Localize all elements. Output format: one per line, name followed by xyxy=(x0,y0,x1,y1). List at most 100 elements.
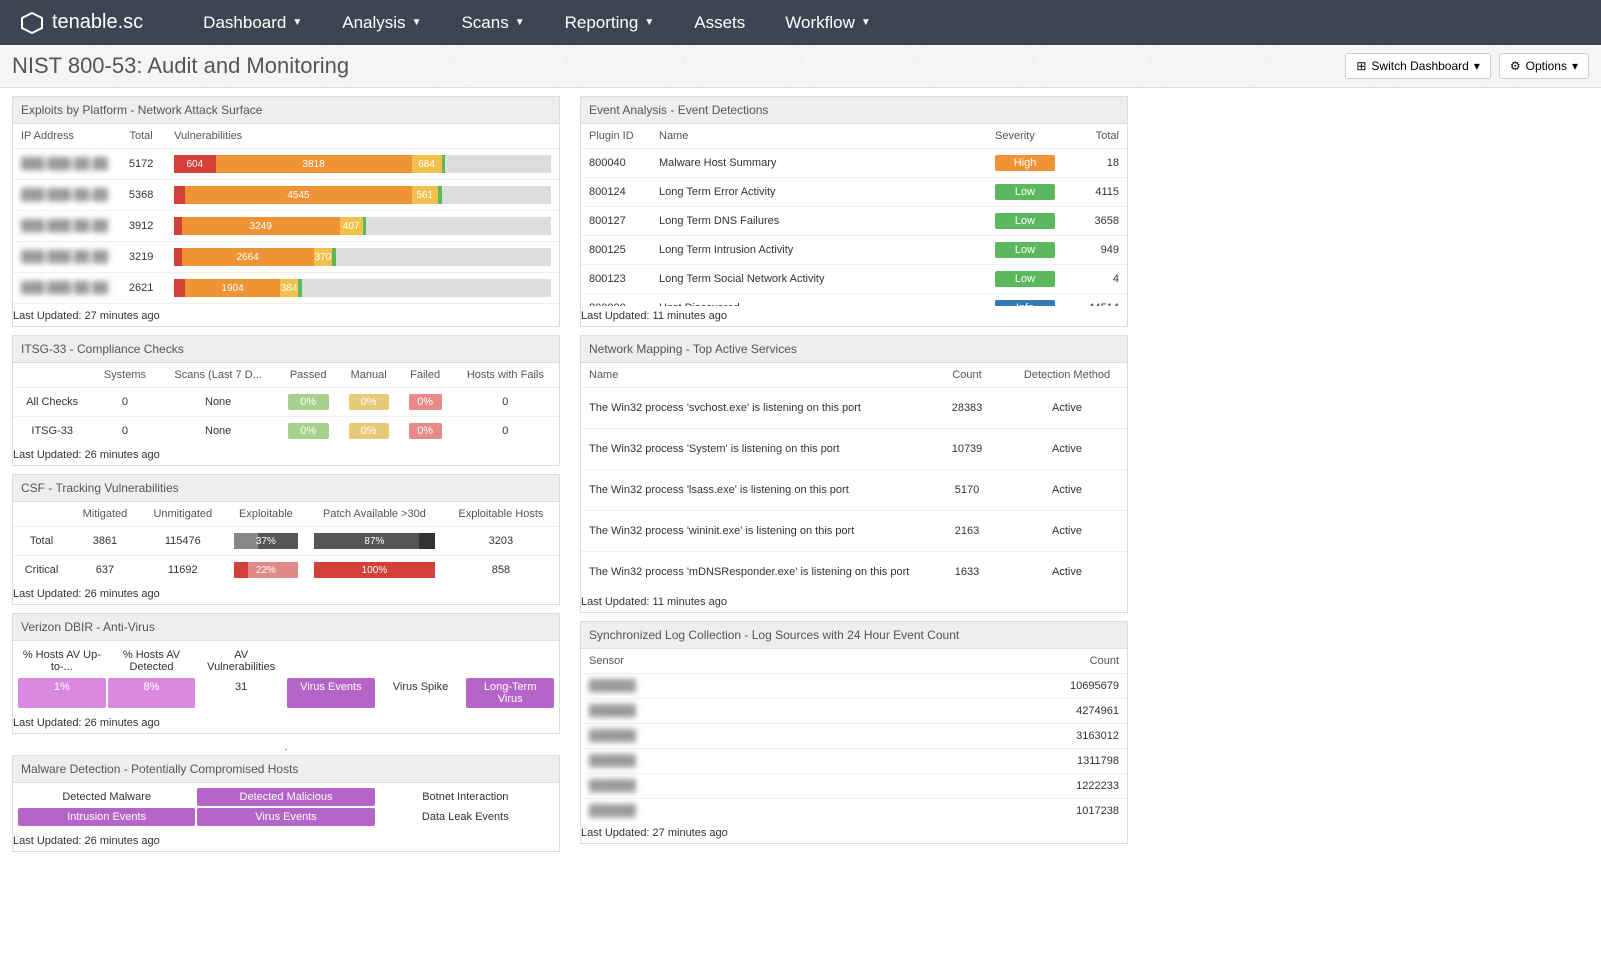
table-row[interactable]: ██████4274961 xyxy=(581,699,1127,724)
malware-pill[interactable]: Virus Events xyxy=(197,808,374,826)
table-row[interactable]: 800000Host Discovered Info 44514 xyxy=(581,294,1127,307)
table-row[interactable]: ██████1222233 xyxy=(581,774,1127,799)
nav-assets[interactable]: Assets xyxy=(674,13,765,33)
col-sev: Severity xyxy=(987,124,1067,149)
col-count: Count xyxy=(927,363,1007,388)
ip-cell: ███.███.██.██ xyxy=(21,158,108,170)
table-row[interactable]: 800125Long Term Intrusion Activity Low 9… xyxy=(581,236,1127,265)
av-header xyxy=(377,646,465,676)
table-row[interactable]: Total3861115476 37% 87% 3203 xyxy=(13,527,559,556)
updated-text: Last Updated: 27 minutes ago xyxy=(13,306,559,326)
table-row[interactable]: ITSG-330None 0% 0% 0% 0 xyxy=(13,417,559,446)
vuln-cell: 2664 370 xyxy=(166,242,559,273)
table-row[interactable]: The Win32 process 'mDNSResponder.exe' is… xyxy=(581,552,1127,593)
malware-pill[interactable]: Botnet Interaction xyxy=(377,788,554,806)
csf-panel: CSF - Tracking Vulnerabilities Mitigated… xyxy=(12,474,560,605)
table-row[interactable]: ███.███.██.██ 3912 3249 407 xyxy=(13,211,559,242)
av-pill[interactable]: Virus Events xyxy=(287,678,375,708)
table-row[interactable]: ███.███.██.██ 5172 604 3818 684 xyxy=(13,149,559,180)
table-row[interactable]: ███.███.██.██ 3219 2664 370 xyxy=(13,242,559,273)
col-header: Passed xyxy=(278,363,339,388)
table-row[interactable]: 800124Long Term Error Activity Low 4115 xyxy=(581,178,1127,207)
malware-pill[interactable]: Detected Malware xyxy=(18,788,195,806)
malware-row: Intrusion EventsVirus EventsData Leak Ev… xyxy=(17,807,555,827)
nav-items: Dashboard▼Analysis▼Scans▼Reporting▼Asset… xyxy=(183,13,891,33)
updated-text: Last Updated: 27 minutes ago xyxy=(581,823,1127,843)
table-row[interactable]: ███.███.██.██ 2621 1904 384 xyxy=(13,273,559,304)
updated-text: Last Updated: 11 minutes ago xyxy=(581,592,1127,612)
switch-dashboard-button[interactable]: Switch Dashboard ▾ xyxy=(1345,53,1490,79)
itsg-panel: ITSG-33 - Compliance Checks SystemsScans… xyxy=(12,335,560,466)
table-row[interactable]: Critical63711692 22% 100% 858 xyxy=(13,556,559,585)
nav-scans[interactable]: Scans▼ xyxy=(441,13,544,33)
exploits-panel: Exploits by Platform - Network Attack Su… xyxy=(12,96,560,327)
table-row[interactable]: ███.███.██.██ 5368 4545 561 xyxy=(13,180,559,211)
brand-logo[interactable]: tenable.sc xyxy=(20,11,143,35)
left-column: Exploits by Platform - Network Attack Su… xyxy=(12,96,560,860)
table-row[interactable]: The Win32 process 'System' is listening … xyxy=(581,429,1127,470)
switch-dashboard-label: Switch Dashboard xyxy=(1371,59,1468,73)
options-button[interactable]: Options ▾ xyxy=(1499,53,1589,79)
malware-pill[interactable]: Intrusion Events xyxy=(18,808,195,826)
total-cell: 5172 xyxy=(116,149,166,180)
malware-pill[interactable]: Detected Malicious xyxy=(197,788,374,806)
page-header: NIST 800-53: Audit and Monitoring Switch… xyxy=(0,45,1601,88)
severity-badge: High xyxy=(995,155,1055,171)
col-header xyxy=(13,502,70,527)
table-row[interactable]: The Win32 process 'svchost.exe' is liste… xyxy=(581,388,1127,429)
table-row[interactable]: 800040Malware Host Summary High 18 xyxy=(581,149,1127,178)
severity-badge: Low xyxy=(995,184,1055,200)
sensor-cell: ██████ xyxy=(589,755,636,767)
panel-title: CSF - Tracking Vulnerabilities xyxy=(13,475,559,502)
nav-dashboard[interactable]: Dashboard▼ xyxy=(183,13,322,33)
col-ip: IP Address xyxy=(13,124,116,149)
itsg-table: SystemsScans (Last 7 D...PassedManualFai… xyxy=(13,363,559,445)
ip-cell: ███.███.██.██ xyxy=(21,220,108,232)
sensor-cell: ██████ xyxy=(589,780,636,792)
av-header xyxy=(466,646,554,676)
av-value[interactable]: 31 xyxy=(197,678,285,708)
panel-title: Malware Detection - Potentially Compromi… xyxy=(13,756,559,783)
panel-title: Verizon DBIR - Anti-Virus xyxy=(13,614,559,641)
table-row[interactable]: ██████10695679 xyxy=(581,674,1127,699)
sensor-cell: ██████ xyxy=(589,680,636,692)
malware-panel: Malware Detection - Potentially Compromi… xyxy=(12,755,560,852)
table-row[interactable]: ██████3163012 xyxy=(581,724,1127,749)
table-row[interactable]: The Win32 process 'lsass.exe' is listeni… xyxy=(581,470,1127,511)
chevron-down-icon: ▾ xyxy=(1474,59,1480,73)
col-header xyxy=(13,363,91,388)
col-plugin: Plugin ID xyxy=(581,124,651,149)
av-pill[interactable]: Virus Spike xyxy=(377,678,465,708)
col-header: Hosts with Fails xyxy=(452,363,559,388)
table-row[interactable]: The Win32 process 'wininit.exe' is liste… xyxy=(581,511,1127,552)
malware-pill[interactable]: Data Leak Events xyxy=(377,808,554,826)
panel-title: Event Analysis - Event Detections xyxy=(581,97,1127,124)
events-panel: Event Analysis - Event Detections Plugin… xyxy=(580,96,1128,327)
nav-reporting[interactable]: Reporting▼ xyxy=(545,13,675,33)
av-pill[interactable]: Long-Term Virus xyxy=(466,678,554,708)
severity-badge: Info xyxy=(995,300,1055,306)
netmap-table: Name Count Detection Method The Win32 pr… xyxy=(581,363,1127,592)
dashboard-content: Exploits by Platform - Network Attack Su… xyxy=(0,88,1140,868)
col-count: Count xyxy=(1027,649,1127,674)
table-row[interactable]: 800127Long Term DNS Failures Low 3658 xyxy=(581,207,1127,236)
table-row[interactable]: ███.███.██.██ 3089 2360 502 xyxy=(13,304,559,307)
chevron-down-icon: ▼ xyxy=(412,17,422,28)
table-row[interactable]: 800123Long Term Social Network Activity … xyxy=(581,265,1127,294)
chevron-down-icon: ▼ xyxy=(292,17,302,28)
av-header: % Hosts AV Detected xyxy=(108,646,196,676)
table-row[interactable]: ██████1311798 xyxy=(581,749,1127,774)
total-cell: 2621 xyxy=(116,273,166,304)
table-row[interactable]: ██████1017238 xyxy=(581,799,1127,824)
ip-cell: ███.███.██.██ xyxy=(21,251,108,263)
table-row[interactable]: All Checks0None 0% 0% 0% 0 xyxy=(13,388,559,417)
nav-analysis[interactable]: Analysis▼ xyxy=(322,13,441,33)
updated-text: Last Updated: 11 minutes ago xyxy=(581,306,1127,326)
col-header: Exploitable xyxy=(226,502,306,527)
nav-workflow[interactable]: Workflow▼ xyxy=(765,13,891,33)
av-value[interactable]: 8% xyxy=(108,678,196,708)
sensor-cell: ██████ xyxy=(589,705,636,717)
av-value[interactable]: 1% xyxy=(18,678,106,708)
col-header: Mitigated xyxy=(70,502,140,527)
exploits-table: IP Address Total Vulnerabilities ███.███… xyxy=(13,124,559,306)
